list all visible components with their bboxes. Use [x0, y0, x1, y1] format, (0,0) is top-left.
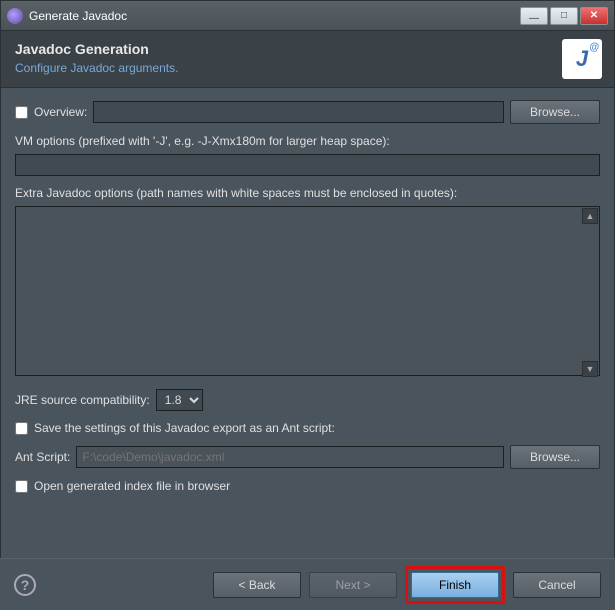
next-button: Next > — [309, 572, 397, 598]
titlebar[interactable]: Generate Javadoc — □ ✕ — [1, 1, 614, 31]
save-ant-label: Save the settings of this Javadoc export… — [34, 421, 335, 435]
help-icon[interactable]: ? — [14, 574, 36, 596]
app-icon — [7, 8, 23, 24]
extra-options-label: Extra Javadoc options (path names with w… — [15, 186, 600, 200]
close-button[interactable]: ✕ — [580, 7, 608, 25]
maximize-button[interactable]: □ — [550, 7, 578, 25]
overview-browse-button[interactable]: Browse... — [510, 100, 600, 124]
vm-options-label: VM options (prefixed with '-J', e.g. -J-… — [15, 134, 600, 148]
finish-button[interactable]: Finish — [411, 572, 499, 598]
vm-options-input[interactable] — [15, 154, 600, 176]
overview-input[interactable] — [93, 101, 504, 123]
button-bar: ? < Back Next > Finish Cancel — [0, 558, 615, 610]
scroll-down-icon[interactable]: ▼ — [582, 361, 598, 377]
ant-script-input[interactable] — [76, 446, 504, 468]
header-subtitle-link[interactable]: Configure Javadoc arguments. — [15, 61, 600, 75]
scroll-up-icon[interactable]: ▲ — [582, 208, 598, 224]
window-title: Generate Javadoc — [29, 9, 520, 23]
dialog-window: Generate Javadoc — □ ✕ Javadoc Generatio… — [0, 0, 615, 610]
javadoc-icon: @ J — [562, 39, 602, 79]
ant-script-browse-button[interactable]: Browse... — [510, 445, 600, 469]
overview-label: Overview: — [34, 105, 87, 119]
extra-options-textarea[interactable] — [15, 206, 600, 376]
back-button[interactable]: < Back — [213, 572, 301, 598]
open-index-label: Open generated index file in browser — [34, 479, 230, 493]
page-title: Javadoc Generation — [15, 41, 600, 57]
overview-checkbox[interactable] — [15, 106, 28, 119]
open-index-checkbox[interactable] — [15, 480, 28, 493]
dialog-header: Javadoc Generation Configure Javadoc arg… — [1, 31, 614, 88]
finish-highlight: Finish — [405, 566, 505, 604]
jre-compat-select[interactable]: 1.8 — [156, 389, 203, 411]
content-area: Overview: Browse... VM options (prefixed… — [1, 88, 614, 509]
minimize-button[interactable]: — — [520, 7, 548, 25]
save-ant-checkbox[interactable] — [15, 422, 28, 435]
cancel-button[interactable]: Cancel — [513, 572, 601, 598]
jre-compat-label: JRE source compatibility: — [15, 393, 150, 407]
ant-script-label: Ant Script: — [15, 450, 70, 464]
